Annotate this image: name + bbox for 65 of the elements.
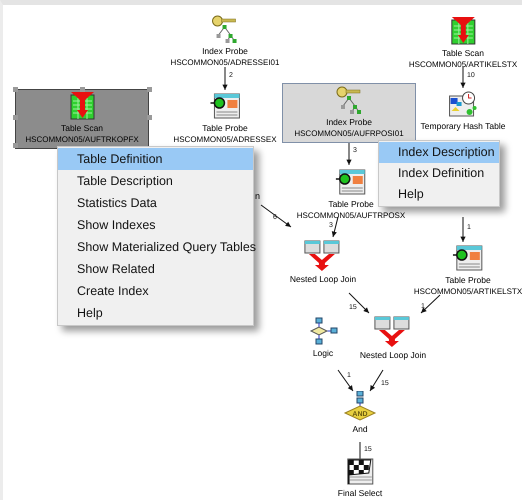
node-title: Table Probe — [445, 275, 491, 286]
hash-table-clock-icon — [448, 90, 478, 118]
selection-handle[interactable] — [146, 86, 152, 92]
plan-node[interactable]: Table Probe HSCOMMON05/ARTIKELSTX — [412, 241, 522, 301]
menu-item[interactable]: Help — [58, 302, 253, 324]
selection-handle[interactable] — [12, 114, 18, 120]
node-subtitle: HSCOMMON05/AUFRPOSI01 — [294, 128, 404, 139]
plan-node[interactable]: Temporary Hash Table — [420, 87, 506, 136]
edge-arrow — [420, 294, 440, 314]
logic-diamond-icon — [308, 317, 338, 345]
menu-item[interactable]: Statistics Data — [58, 192, 253, 214]
node-subtitle: HSCOMMON05/ARTIKELSTX — [408, 59, 518, 70]
edge-arrow — [370, 370, 384, 392]
table-probe-icon — [453, 244, 483, 272]
node-title: Table Probe — [328, 199, 374, 210]
plan-node[interactable]: Table Scan HSCOMMON05/AUFTRKOPFX — [15, 89, 149, 149]
plan-node[interactable]: Nested Loop Join — [358, 312, 428, 365]
edge-arrow — [338, 370, 354, 392]
plan-node[interactable]: Final Select — [336, 454, 384, 500]
menu-item[interactable]: Create Index — [58, 280, 253, 302]
node-title: Nested Loop Join — [290, 274, 356, 285]
menu-item[interactable]: Show Indexes — [58, 214, 253, 236]
edge-arrow — [222, 66, 228, 90]
node-title: Final Select — [338, 488, 382, 499]
plan-node[interactable]: Index Probe HSCOMMON05/ADRESSEI01 — [170, 12, 280, 72]
table-probe-icon — [210, 92, 240, 120]
node-title: Index Probe — [326, 117, 372, 128]
table-probe-icon — [336, 168, 366, 196]
selection-handle[interactable] — [80, 86, 84, 92]
menu-item[interactable]: Help — [379, 184, 499, 205]
checkered-flag-icon — [345, 457, 375, 485]
node-title: Table Probe — [202, 123, 248, 134]
edge-arrow — [332, 216, 338, 238]
selection-handle[interactable] — [146, 114, 152, 120]
menu-item[interactable]: Show Related — [58, 258, 253, 280]
menu-item[interactable]: Index Definition — [379, 163, 499, 184]
node-title: And — [352, 424, 368, 435]
node-title: Table Scan — [60, 123, 104, 134]
node-title: Logic — [312, 348, 334, 359]
edge-arrow — [460, 216, 466, 242]
edge-arrow — [346, 142, 352, 166]
edge-arrow — [460, 66, 466, 88]
plan-node[interactable]: Logic — [307, 314, 339, 363]
key-tree-icon — [334, 86, 364, 114]
node-subtitle: HSCOMMON05/AUFTRKOPFX — [25, 134, 139, 145]
node-title: Table Scan — [442, 48, 484, 59]
node-title: Temporary Hash Table — [420, 121, 506, 132]
node-title: n — [255, 191, 260, 202]
node-title: Index Probe — [202, 46, 248, 57]
plan-node[interactable]: Index Probe HSCOMMON05/AUFRPOSI01 — [282, 83, 416, 143]
node-subtitle: HSCOMMON05/AUFTRPOSX — [296, 210, 406, 221]
menu-item[interactable]: Table Description — [58, 170, 253, 192]
edge-arrow — [348, 292, 370, 314]
node-title: Nested Loop Join — [360, 350, 426, 361]
menu-item[interactable]: Table Definition — [58, 148, 253, 170]
edge-arrow — [260, 204, 292, 228]
node-subtitle: HSCOMMON05/ADRESSEX — [173, 134, 277, 145]
menu-item[interactable]: Index Description — [379, 142, 499, 163]
menu-item[interactable]: Show Materialized Query Tables — [58, 236, 253, 258]
selection-handle[interactable] — [12, 142, 18, 148]
node-subtitle: HSCOMMON05/ADRESSEI01 — [170, 57, 280, 68]
plan-node[interactable]: Table Probe HSCOMMON05/ADRESSEX — [172, 89, 278, 149]
selection-handle[interactable] — [12, 86, 18, 92]
node-subtitle: HSCOMMON05/ARTIKELSTX — [414, 286, 522, 297]
plan-node[interactable]: Nested Loop Join — [288, 236, 358, 289]
